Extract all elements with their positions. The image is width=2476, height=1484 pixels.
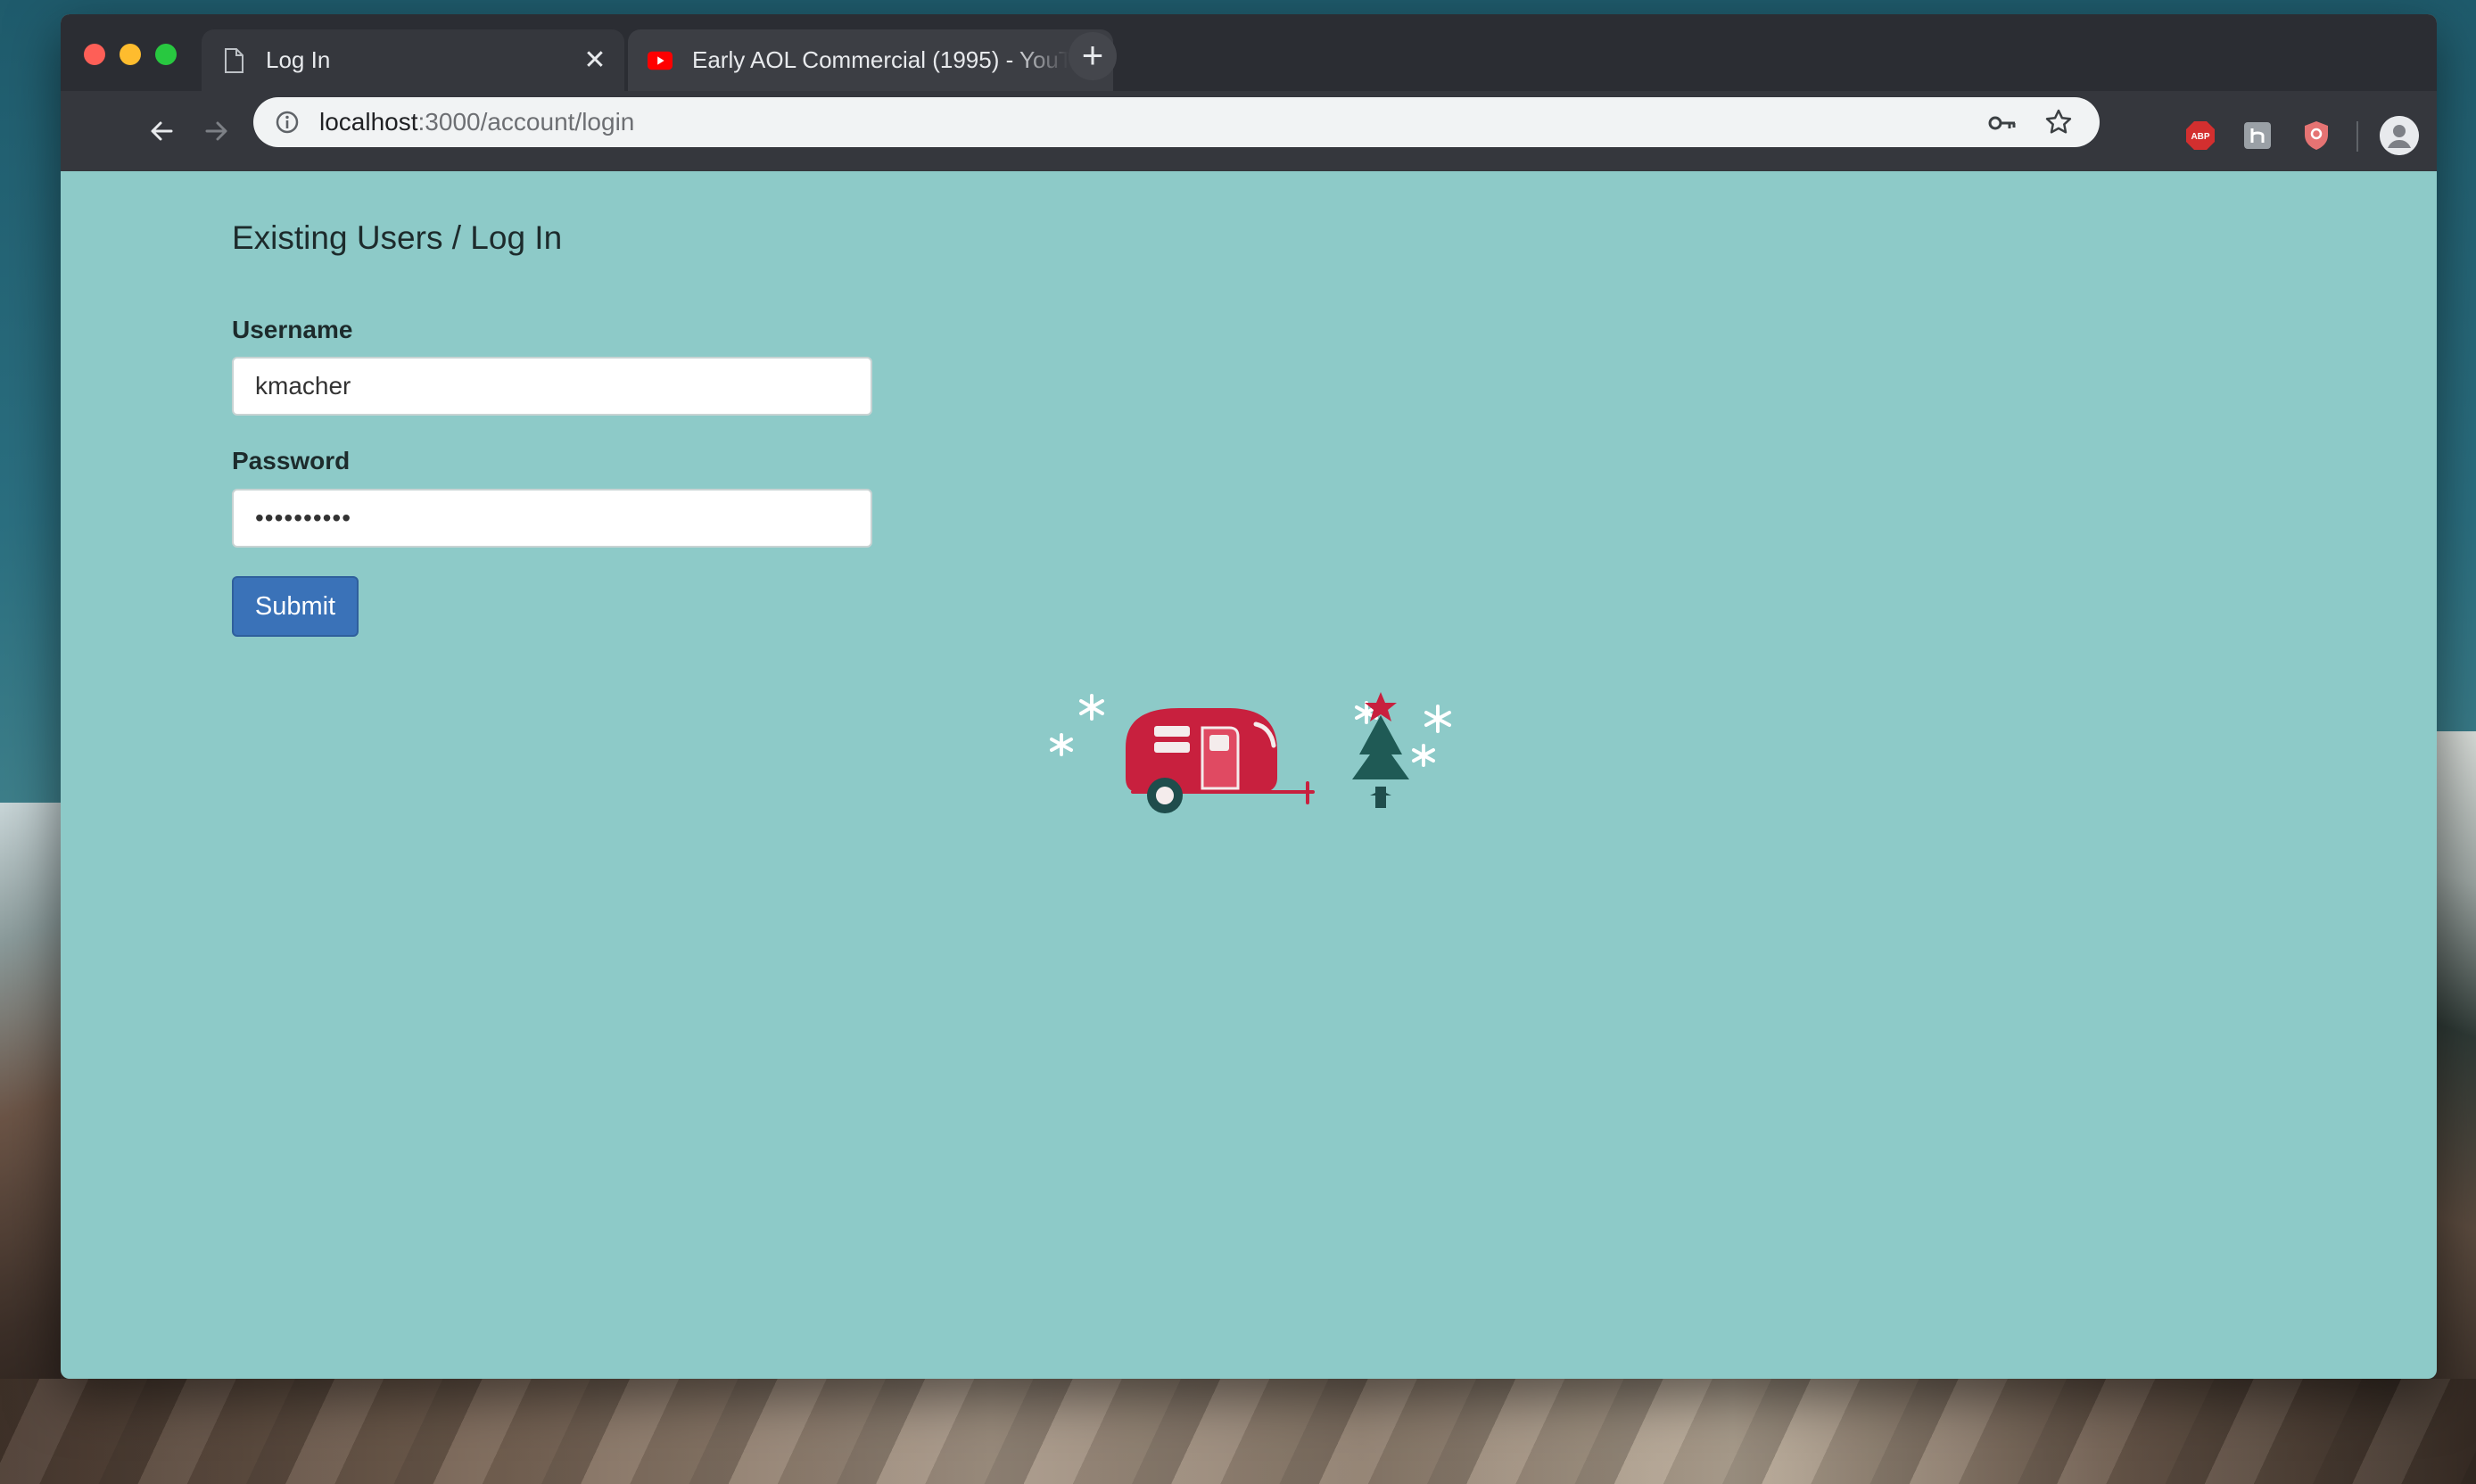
tab-youtube[interactable]: Early AOL Commercial (1995) - YouTube ✕ bbox=[628, 29, 1113, 91]
svg-text:ABP: ABP bbox=[2191, 132, 2209, 142]
youtube-icon bbox=[648, 45, 673, 76]
address-url: localhost:3000/account/login bbox=[319, 108, 634, 136]
close-icon[interactable]: ✕ bbox=[580, 45, 610, 76]
arrow-right-icon bbox=[205, 121, 227, 141]
username-label: Username bbox=[232, 316, 353, 343]
window-maximize-button[interactable] bbox=[155, 44, 177, 65]
tab-title: Early AOL Commercial (1995) - YouTube bbox=[692, 46, 1069, 73]
username-input[interactable] bbox=[232, 357, 872, 416]
url-path: :3000/account/login bbox=[417, 108, 635, 136]
address-bar[interactable]: localhost:3000/account/login bbox=[253, 97, 2100, 147]
profile-avatar[interactable] bbox=[2380, 116, 2419, 155]
star-icon[interactable] bbox=[2043, 106, 2075, 138]
camper-trailer-icon bbox=[1126, 708, 1315, 813]
tab-title: Log In bbox=[266, 46, 331, 73]
submit-button[interactable]: Submit bbox=[232, 576, 359, 637]
url-host: localhost bbox=[319, 108, 418, 136]
desktop-wallpaper-right bbox=[2435, 731, 2476, 1484]
desktop-wallpaper-bottom bbox=[0, 1379, 2476, 1484]
tab-strip: Log In ✕ Early AOL Commercial (1995) - Y… bbox=[61, 14, 2437, 91]
browser-window: Log In ✕ Early AOL Commercial (1995) - Y… bbox=[61, 14, 2437, 1379]
snowflake-icon bbox=[1412, 744, 1435, 767]
adblock-plus-icon[interactable]: ABP bbox=[2185, 120, 2216, 151]
snowflake-icon bbox=[1079, 694, 1104, 721]
password-label: Password bbox=[232, 447, 351, 474]
key-icon[interactable] bbox=[1987, 108, 2018, 138]
snowflake-icon bbox=[1050, 733, 1073, 756]
forward-button[interactable] bbox=[193, 107, 241, 155]
page-title: Existing Users / Log In bbox=[232, 219, 563, 256]
window-minimize-button[interactable] bbox=[120, 44, 141, 65]
login-page: Existing Users / Log In Username Passwor… bbox=[61, 171, 2437, 1379]
password-input[interactable] bbox=[232, 489, 872, 548]
snowflake-icon bbox=[1424, 705, 1451, 733]
privacy-shield-icon[interactable] bbox=[2301, 120, 2332, 151]
tab-log-in[interactable]: Log In ✕ bbox=[202, 29, 624, 91]
toolbar-divider bbox=[2356, 121, 2358, 152]
hypothesis-icon[interactable] bbox=[2242, 120, 2273, 151]
new-tab-button[interactable]: + bbox=[1069, 32, 1117, 80]
document-icon bbox=[221, 45, 246, 76]
window-close-button[interactable] bbox=[84, 44, 105, 65]
arrow-left-icon bbox=[151, 121, 173, 141]
info-icon[interactable] bbox=[273, 108, 301, 136]
camper-christmas-illustration bbox=[1050, 692, 1451, 813]
back-button[interactable] bbox=[137, 107, 186, 155]
